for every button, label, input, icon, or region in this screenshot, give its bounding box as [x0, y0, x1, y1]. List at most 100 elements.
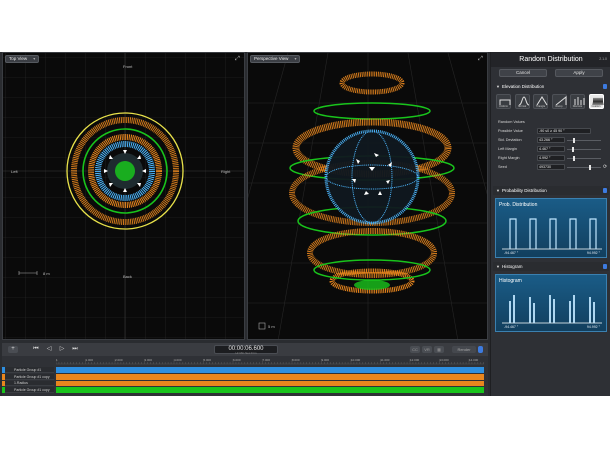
- top-view-title: Top View: [9, 56, 28, 61]
- cc-toggle[interactable]: CC: [410, 346, 420, 353]
- track-label[interactable]: 1.Radius: [2, 381, 54, 386]
- param-row: Right Margin 4.992 °: [495, 155, 607, 162]
- collapse-triangle-icon: ▼: [496, 188, 500, 193]
- cancel-button[interactable]: Cancel: [499, 69, 547, 77]
- histogram-section-title: Histogram: [502, 264, 523, 269]
- random-distribution-panel: Random Distribution 2.1.0 Cancel Apply ▼…: [490, 52, 610, 396]
- distribution-option-label: Uniform: [498, 105, 509, 108]
- param-label: Possible Value: [498, 129, 523, 133]
- perspective-view-viewport[interactable]: Perspective View ▾ ⤢ 5 m: [247, 52, 488, 340]
- add-track-button[interactable]: +: [8, 346, 18, 353]
- top-view-viewport[interactable]: Top View ▾ ⤢ Front Back Left Right 8 m: [2, 52, 245, 340]
- distribution-option-discrete[interactable]: Discrete: [570, 94, 585, 109]
- render-button[interactable]: Render: [452, 346, 476, 353]
- apply-button[interactable]: Apply: [555, 69, 603, 77]
- track-label[interactable]: Particle Group #1 copy: [2, 387, 54, 393]
- collapse-triangle-icon: ▼: [496, 264, 500, 269]
- track-label[interactable]: Particle Group #1: [2, 367, 54, 373]
- perspective-view-selector[interactable]: Perspective View ▾: [250, 55, 301, 63]
- histogram-graph[interactable]: Histogram -94.467 ° 94.992 °: [495, 274, 607, 332]
- grid-icon[interactable]: ▦: [434, 346, 444, 353]
- param-row: Seed 493730 ⟳: [495, 164, 607, 171]
- slider-knob[interactable]: [571, 147, 574, 152]
- track-color-stripe: [2, 367, 5, 373]
- render-toggle[interactable]: [478, 346, 483, 353]
- param-slider[interactable]: [567, 147, 601, 152]
- distribution-option-ramp[interactable]: Ramp: [551, 94, 567, 109]
- distribution-option-triangle[interactable]: Triangle: [533, 94, 548, 109]
- expand-icon[interactable]: ⤢: [477, 56, 484, 63]
- top-scale-label: 8 m: [43, 271, 50, 276]
- step-back-icon[interactable]: ◁: [45, 346, 53, 353]
- ruler-tick-label: 9.000: [321, 358, 330, 362]
- chevron-down-icon: ▾: [294, 56, 297, 61]
- track-label[interactable]: Particle Group #1 copy: [2, 374, 54, 380]
- param-row: Left Margin 4.467 °: [495, 146, 607, 153]
- skip-to-end-icon[interactable]: ⏭: [71, 346, 79, 353]
- probability-plot: [502, 218, 602, 250]
- param-slider[interactable]: [567, 156, 601, 161]
- skip-to-start-icon[interactable]: ⏮: [32, 346, 40, 353]
- top-view-selector[interactable]: Top View ▾: [5, 55, 40, 63]
- front-label: Front: [123, 64, 133, 69]
- perspective-scale-label: 5 m: [268, 324, 275, 329]
- param-row: Std. Deviation 43.266 °: [495, 137, 607, 144]
- timeline-panel: + ⏮ ◁ ▷ ⏭ 00:00:06.600 Hr Min Sec Frm CC…: [2, 343, 488, 396]
- probability-max: 94.992 °: [586, 251, 600, 255]
- histogram-max: 94.992 °: [586, 325, 600, 329]
- param-slider[interactable]: [567, 138, 601, 143]
- section-toggle[interactable]: [603, 188, 607, 193]
- distribution-option-uniform[interactable]: Uniform: [496, 94, 511, 109]
- param-value-field[interactable]: -90 ≤0 ≥ 45 90 °: [537, 128, 591, 134]
- slider-knob[interactable]: [589, 165, 592, 170]
- ruler-tick-label: 12.000: [410, 358, 420, 362]
- distribution-option-custom[interactable]: Custom: [588, 94, 604, 109]
- probability-distribution-header[interactable]: ▼ Probability Distribution: [493, 186, 609, 195]
- param-value-field[interactable]: 493730: [537, 164, 565, 170]
- ruler-labels: 1 1.000 2.000 3.000 4.000 5.000 6.000 7.000 8.00…: [54, 358, 482, 363]
- distribution-option-label: Normal: [517, 105, 527, 108]
- app-window: Top View ▾ ⤢ Front Back Left Right 8 m P…: [0, 52, 610, 396]
- transport-bar: + ⏮ ◁ ▷ ⏭ 00:00:06.600 Hr Min Sec Frm CC…: [2, 343, 488, 356]
- param-label: Left Margin: [498, 147, 517, 151]
- timecode-units: Hr Min Sec Frm: [235, 351, 257, 355]
- elevation-distribution-header[interactable]: ▼ Elevation Distribution: [493, 82, 609, 91]
- ruler-tick-label: 2.000: [115, 358, 123, 362]
- ruler-tick-label: 5.000: [203, 358, 212, 362]
- param-label: Seed: [498, 165, 507, 169]
- param-value-field[interactable]: 4.467 °: [537, 146, 565, 152]
- expand-icon[interactable]: ⤢: [234, 56, 241, 63]
- param-row: Possible Value -90 ≤0 ≥ 45 90 °: [495, 128, 607, 135]
- timecode-display[interactable]: 00:00:06.600 Hr Min Sec Frm: [214, 345, 278, 355]
- probability-graph[interactable]: Prob. Distribution -94.467 ° 94.992 °: [495, 198, 607, 258]
- vr-toggle[interactable]: VR: [422, 346, 432, 353]
- param-label: Right Margin: [498, 156, 520, 160]
- slider-knob[interactable]: [572, 156, 575, 161]
- track-clip[interactable]: [56, 381, 484, 386]
- play-icon[interactable]: ▷: [58, 346, 66, 353]
- param-value-field[interactable]: 4.992 °: [537, 155, 565, 161]
- ruler-tick-label: 13.000: [439, 358, 449, 362]
- collapse-triangle-icon: ▼: [496, 84, 500, 89]
- section-toggle[interactable]: [603, 84, 607, 89]
- distribution-option-label: Triangle: [535, 105, 546, 108]
- histogram-header[interactable]: ▼ Histogram: [493, 262, 609, 271]
- probability-distribution-title: Probability Distribution: [502, 188, 547, 193]
- histogram-min: -94.467 °: [504, 325, 519, 329]
- slider-knob[interactable]: [573, 138, 576, 143]
- ruler-tick-label: 1.000: [85, 358, 94, 362]
- left-label: Left: [11, 169, 18, 174]
- section-toggle[interactable]: [603, 264, 607, 269]
- distribution-option-label: Discrete: [572, 105, 583, 108]
- track-clip[interactable]: [56, 367, 484, 373]
- param-slider[interactable]: [567, 165, 601, 170]
- random-values-title-row: Random Values: [495, 119, 607, 126]
- distribution-option-normal[interactable]: Normal: [514, 94, 530, 109]
- ruler-tick-label: 6.000: [233, 358, 241, 362]
- track-clip[interactable]: [56, 374, 484, 380]
- param-value-field[interactable]: 43.266 °: [537, 137, 565, 143]
- track-clip[interactable]: [56, 387, 484, 393]
- refresh-seed-icon[interactable]: ⟳: [603, 164, 607, 171]
- ruler-tick-label: 10.000: [351, 358, 361, 362]
- back-label: Back: [123, 274, 132, 279]
